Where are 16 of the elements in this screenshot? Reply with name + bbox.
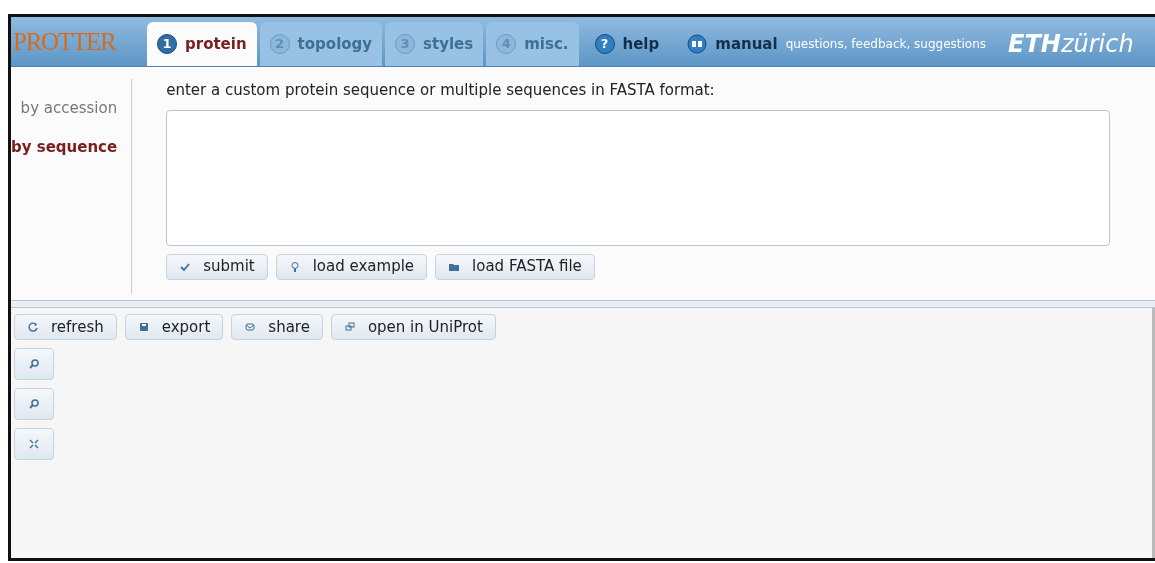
toolbar-button[interactable]: share xyxy=(231,314,323,340)
tab[interactable]: 1 protein xyxy=(147,22,257,66)
help-link[interactable]: ? help xyxy=(594,32,660,56)
number-badge: 1 xyxy=(157,34,177,54)
toolbar-button[interactable]: refresh xyxy=(14,314,117,340)
toolbar-button[interactable]: open in UniProt xyxy=(330,314,496,340)
sequence-button[interactable]: submit xyxy=(166,253,268,280)
logo: PROTTER xyxy=(12,26,117,57)
sequence-button[interactable]: load example xyxy=(275,253,428,280)
side-nav-item[interactable]: by sequence xyxy=(11,135,118,158)
sequence-prompt: enter a custom protein sequence or multiple sequences in FASTA format: xyxy=(166,80,716,101)
toolbar-button[interactable]: export xyxy=(124,314,224,340)
sequence-button[interactable]: load FASTA file xyxy=(435,253,595,280)
brand-logo: ETHzürich xyxy=(1008,29,1134,60)
manual-link[interactable]: manual xyxy=(687,32,778,56)
side-nav-item[interactable]: by accession xyxy=(20,97,118,120)
